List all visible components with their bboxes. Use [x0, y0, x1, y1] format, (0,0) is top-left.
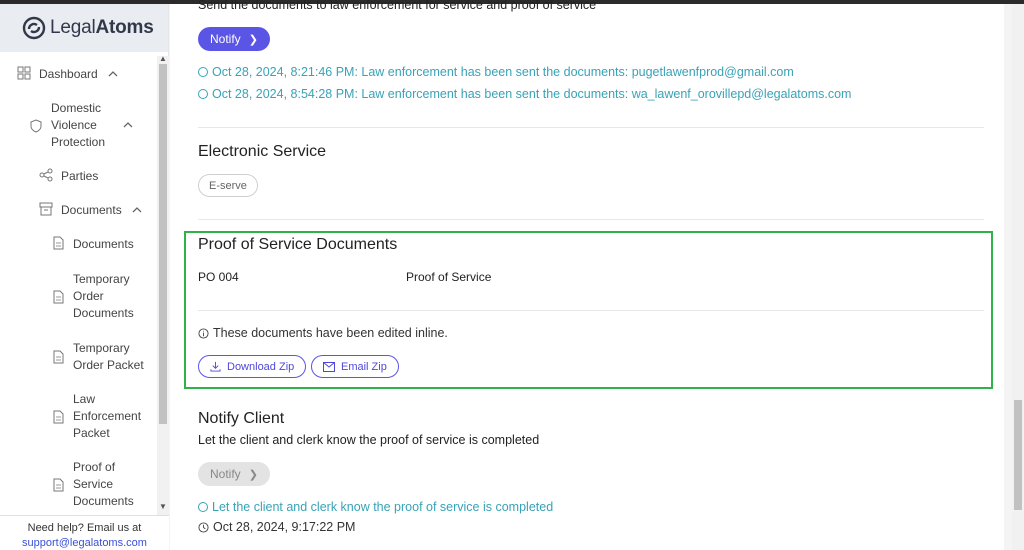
sidebar: LegalAtoms Dashboard Domestic Violence P…	[0, 4, 169, 550]
grid-icon	[17, 66, 31, 80]
page-scrollbar-thumb[interactable]	[1014, 400, 1022, 510]
notify-law-enforcement-button[interactable]: Notify ❯	[198, 27, 270, 51]
sidebar-item-label: Proof of Service Documents	[73, 460, 134, 508]
doc-name[interactable]: Proof of Service	[406, 270, 491, 284]
chevron-up-icon	[108, 71, 118, 77]
sidebar-item-parties[interactable]: Parties	[39, 168, 98, 185]
chevron-up-icon	[132, 207, 142, 213]
e-serve-chip[interactable]: E-serve	[198, 174, 258, 197]
log-text: Let the client and clerk know the proof …	[212, 500, 554, 514]
file-icon	[53, 350, 64, 364]
help-text: Need help? Email us at	[27, 522, 142, 534]
law-log-entry: Oct 28, 2024, 8:54:28 PM: Law enforcemen…	[198, 87, 851, 101]
sidebar-item-documents-group[interactable]: Documents	[39, 202, 142, 219]
share-icon	[39, 168, 53, 182]
check-circle-icon	[198, 502, 208, 512]
scroll-down-arrow-icon[interactable]: ▼	[159, 502, 167, 511]
check-circle-icon	[198, 67, 208, 77]
shield-icon	[30, 119, 42, 133]
sidebar-item-proof-of-service-documents[interactable]: Proof of Service Documents	[51, 459, 134, 510]
notify-client-log: Let the client and clerk know the proof …	[198, 500, 553, 514]
electronic-service-title: Electronic Service	[198, 143, 327, 160]
logo[interactable]: LegalAtoms	[0, 4, 168, 52]
email-zip-button[interactable]: Email Zip	[311, 355, 399, 378]
sidebar-item-law-enforcement-packet[interactable]: Law Enforcement Packet	[51, 391, 141, 442]
button-label: Notify	[210, 32, 241, 46]
download-zip-button[interactable]: Download Zip	[198, 355, 307, 378]
sidebar-item-domestic-violence-protection[interactable]: Domestic Violence Protection	[29, 100, 133, 151]
file-icon	[53, 290, 64, 304]
info-icon	[198, 327, 209, 339]
section-divider	[198, 127, 984, 128]
notify-client-title: Notify Client	[198, 410, 285, 427]
sidebar-item-label: Domestic Violence Protection	[51, 101, 106, 149]
section-divider	[198, 219, 984, 220]
law-log-entry: Oct 28, 2024, 8:21:46 PM: Law enforcemen…	[198, 65, 794, 79]
sidebar-item-temporary-order-packet[interactable]: Temporary Order Packet	[51, 340, 144, 374]
button-label: Notify	[210, 467, 241, 481]
notify-client-description: Let the client and clerk know the proof …	[198, 433, 540, 447]
sidebar-item-label: Documents	[61, 203, 122, 217]
archive-icon	[39, 202, 53, 216]
sidebar-item-label: Parties	[61, 169, 99, 183]
mail-icon	[323, 361, 335, 372]
sidebar-item-label: Law Enforcement Packet	[73, 392, 142, 440]
scroll-up-arrow-icon[interactable]: ▲	[159, 54, 167, 63]
file-icon	[53, 410, 64, 424]
button-label: Email Zip	[341, 360, 387, 373]
clock-icon	[198, 521, 209, 533]
sidebar-scrollbar-thumb[interactable]	[159, 64, 167, 424]
sidebar-item-temporary-order-documents[interactable]: Temporary Order Documents	[51, 271, 134, 322]
button-label: Download Zip	[227, 360, 295, 373]
sidebar-item-label: Temporary Order Documents	[73, 272, 134, 320]
sidebar-item-label: Dashboard	[39, 67, 98, 81]
log-text: Oct 28, 2024, 8:21:46 PM: Law enforcemen…	[212, 65, 794, 79]
file-icon	[53, 236, 64, 250]
sidebar-item-dashboard[interactable]: Dashboard	[17, 66, 118, 83]
chevron-up-icon	[123, 122, 133, 128]
proof-of-service-title: Proof of Service Documents	[198, 236, 398, 253]
note-text: These documents have been edited inline.	[213, 326, 448, 340]
notify-client-timestamp: Oct 28, 2024, 9:17:22 PM	[198, 520, 355, 534]
sidebar-item-documents[interactable]: Documents	[51, 236, 134, 253]
timestamp-text: Oct 28, 2024, 9:17:22 PM	[213, 520, 356, 534]
chevron-right-icon: ❯	[248, 33, 258, 46]
notify-client-button[interactable]: Notify ❯	[198, 462, 270, 486]
check-circle-icon	[198, 89, 208, 99]
support-email-link[interactable]: support@legalatoms.com	[22, 537, 147, 549]
file-icon	[53, 478, 64, 492]
row-divider	[198, 310, 984, 311]
brand-name: LegalAtoms	[50, 17, 154, 38]
sidebar-nav: Dashboard Domestic Violence Protection P…	[0, 52, 157, 515]
chevron-right-icon: ❯	[248, 468, 258, 481]
help-footer: Need help? Email us at support@legalatom…	[0, 515, 169, 550]
inline-edit-note: These documents have been edited inline.	[198, 326, 448, 340]
doc-code: PO 004	[198, 270, 239, 284]
download-icon	[210, 361, 221, 372]
law-enforcement-description: Send the documents to law enforcement fo…	[198, 0, 597, 12]
legalatoms-logo-icon	[22, 16, 46, 40]
sidebar-item-label: Temporary Order Packet	[73, 341, 144, 372]
sidebar-item-label: Documents	[73, 237, 134, 251]
log-text: Oct 28, 2024, 8:54:28 PM: Law enforcemen…	[212, 87, 852, 101]
